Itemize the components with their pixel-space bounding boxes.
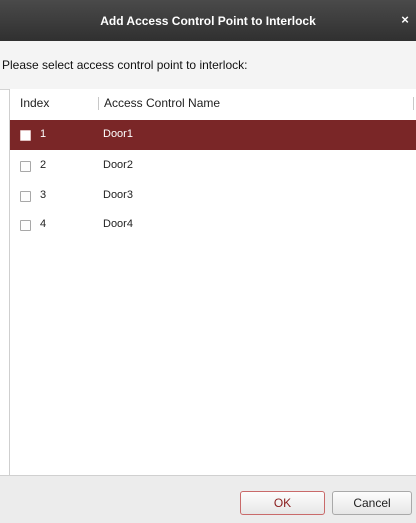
table-header: Index Access Control Name bbox=[10, 89, 416, 117]
row-index: 2 bbox=[40, 159, 47, 171]
table-row[interactable]: 3 Door3 bbox=[10, 181, 416, 211]
column-header-index[interactable]: Index bbox=[20, 96, 49, 110]
row-access-control-name: Door3 bbox=[103, 189, 133, 201]
row-checkbox[interactable] bbox=[20, 161, 31, 172]
row-access-control-name: Door2 bbox=[103, 159, 133, 171]
dialog-title: Add Access Control Point to Interlock bbox=[100, 13, 316, 28]
column-header-access-control-name[interactable]: Access Control Name bbox=[104, 96, 220, 110]
cancel-button[interactable]: Cancel bbox=[332, 491, 412, 515]
row-checkbox[interactable] bbox=[20, 191, 31, 202]
column-divider[interactable] bbox=[98, 97, 99, 110]
table-row[interactable]: 4 Door4 bbox=[10, 210, 416, 240]
table-row[interactable]: 1 Door1 bbox=[10, 120, 416, 150]
column-divider[interactable] bbox=[413, 97, 414, 110]
dialog-title-bar: Add Access Control Point to Interlock × bbox=[0, 0, 416, 41]
row-index: 4 bbox=[40, 218, 47, 230]
row-checkbox[interactable] bbox=[20, 220, 31, 231]
row-access-control-name: Door1 bbox=[103, 128, 133, 140]
row-index: 3 bbox=[40, 189, 47, 201]
ok-button[interactable]: OK bbox=[240, 491, 325, 515]
access-control-table: Index Access Control Name 1 Door1 2 Door… bbox=[9, 89, 416, 475]
close-icon[interactable]: × bbox=[399, 13, 411, 27]
table-row[interactable]: 2 Door2 bbox=[10, 151, 416, 181]
instruction-bar: Please select access control point to in… bbox=[0, 41, 416, 90]
instruction-text: Please select access control point to in… bbox=[2, 58, 248, 72]
row-index: 1 bbox=[40, 128, 47, 140]
dialog-footer: OK Cancel bbox=[0, 475, 416, 523]
row-checkbox[interactable] bbox=[20, 130, 31, 141]
row-access-control-name: Door4 bbox=[103, 218, 133, 230]
